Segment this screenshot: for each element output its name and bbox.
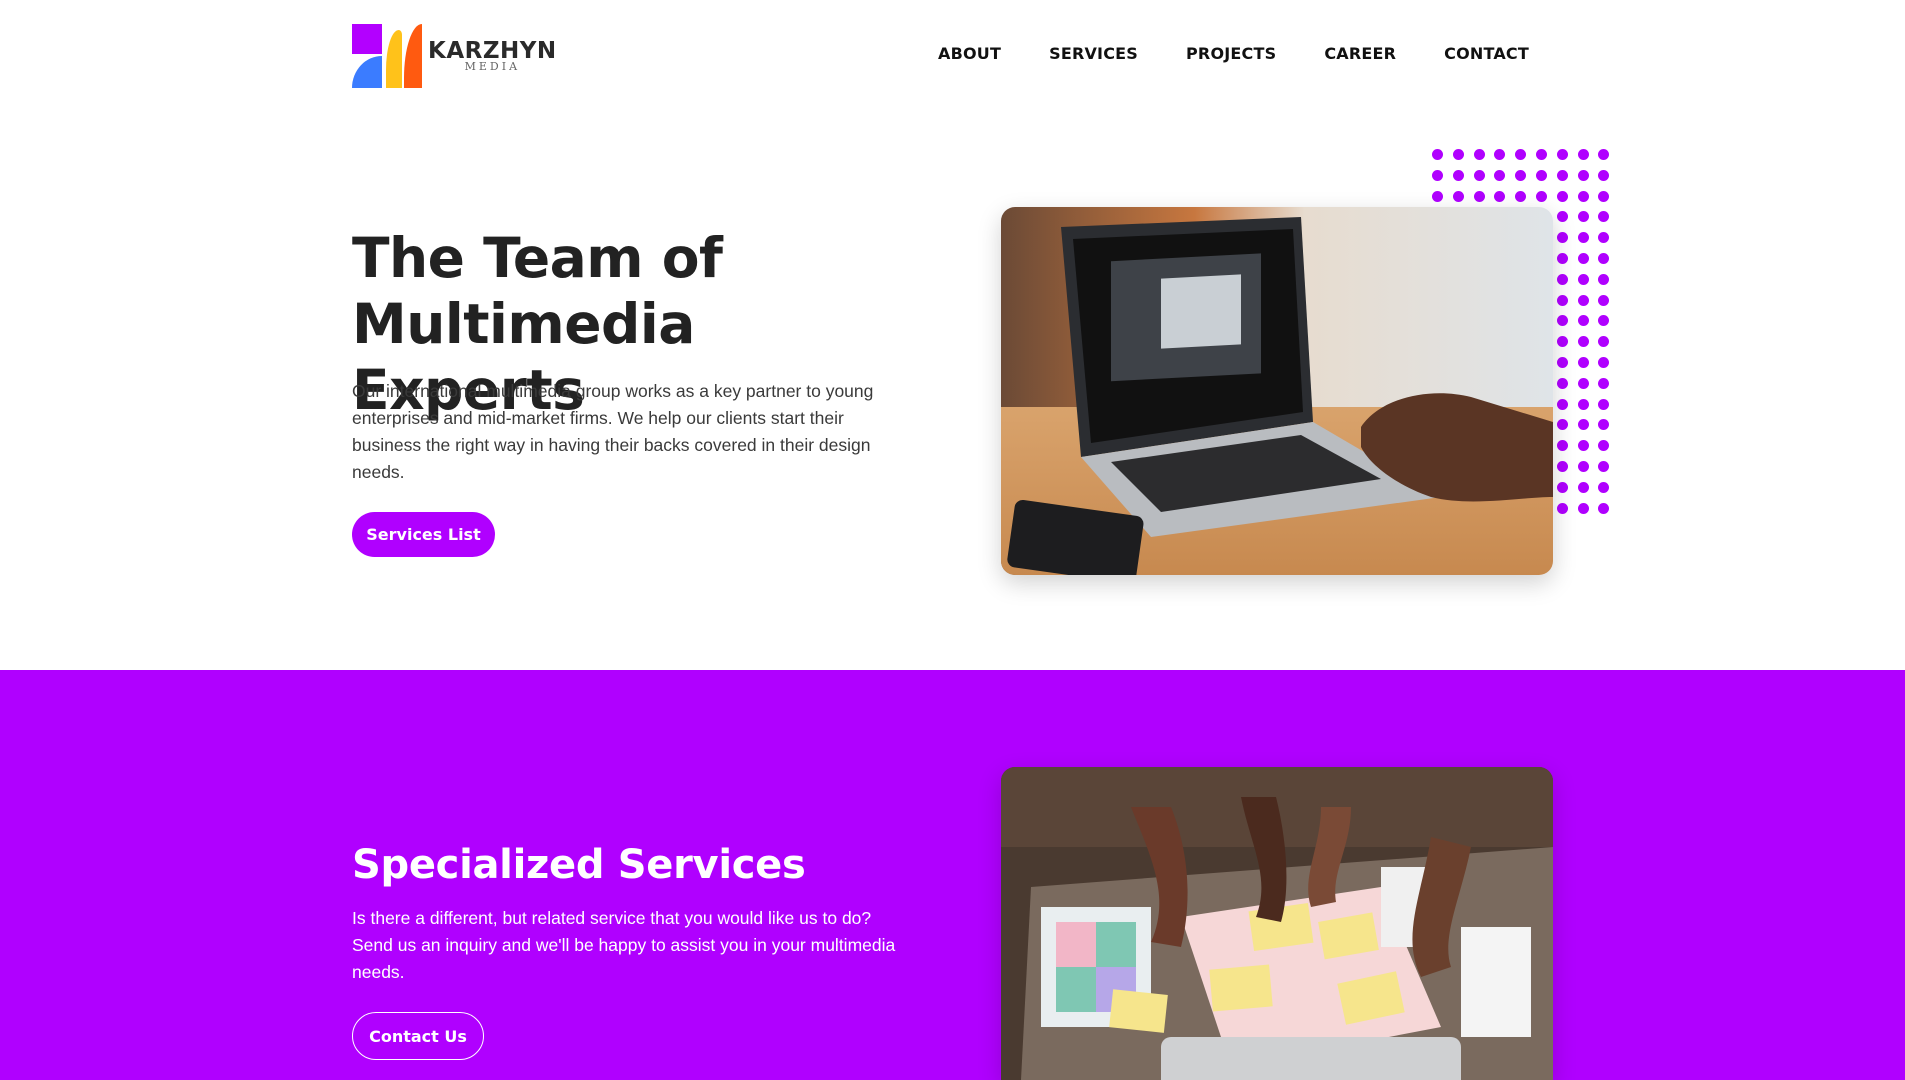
decorative-dot (1473, 169, 1485, 181)
contact-us-button[interactable]: Contact Us (352, 1012, 484, 1060)
decorative-dot (1556, 315, 1568, 327)
decorative-dot (1556, 190, 1568, 202)
decorative-dot (1577, 211, 1589, 223)
nav-projects[interactable]: PROJECTS (1186, 44, 1276, 63)
decorative-dot (1473, 149, 1485, 160)
decorative-dot (1577, 190, 1589, 202)
decorative-dot (1598, 273, 1610, 285)
decorative-dot (1536, 149, 1547, 160)
brand-logo[interactable]: KARZHYN MEDIA (352, 24, 562, 88)
decorative-dot (1556, 294, 1568, 306)
decorative-dot (1577, 253, 1589, 264)
decorative-dot (1598, 398, 1610, 410)
decorative-dot (1577, 481, 1589, 493)
decorative-dot (1556, 211, 1568, 223)
decorative-dot (1598, 461, 1610, 472)
decorative-dot (1577, 377, 1589, 389)
main-nav: ABOUT SERVICES PROJECTS CAREER CONTACT (938, 44, 1529, 63)
decorative-dot (1515, 169, 1527, 181)
decorative-dot (1598, 169, 1610, 181)
services-section (0, 670, 1905, 1080)
hero-description: Our international multimedia group works… (352, 381, 874, 482)
laptop-photo (1001, 207, 1553, 575)
decorative-dot (1473, 190, 1485, 202)
decorative-dot (1577, 357, 1589, 368)
nav-career[interactable]: CAREER (1324, 44, 1396, 63)
decorative-dot (1556, 336, 1568, 348)
decorative-dot (1577, 149, 1589, 160)
nav-services[interactable]: SERVICES (1049, 44, 1138, 63)
decorative-dot (1577, 461, 1589, 472)
decorative-dot (1598, 377, 1610, 389)
decorative-dot (1577, 398, 1589, 410)
decorative-dot (1598, 190, 1610, 202)
decorative-dot (1598, 253, 1610, 264)
decorative-dot (1432, 149, 1443, 160)
decorative-dot (1452, 190, 1464, 202)
decorative-dot (1556, 149, 1568, 160)
decorative-dot (1577, 315, 1589, 327)
decorative-dot (1494, 169, 1506, 181)
decorative-dot (1598, 481, 1610, 493)
nav-contact[interactable]: CONTACT (1444, 44, 1529, 63)
decorative-dot (1577, 440, 1589, 452)
decorative-dot (1598, 211, 1610, 223)
decorative-dot (1494, 190, 1506, 202)
decorative-dot (1577, 169, 1589, 181)
decorative-dot (1556, 440, 1568, 452)
decorative-dot (1598, 502, 1610, 514)
decorative-dot (1598, 232, 1610, 244)
decorative-dot (1556, 377, 1568, 389)
services-title: Specialized Services (352, 842, 806, 888)
decorative-dot (1556, 357, 1568, 368)
decorative-dot (1577, 232, 1589, 244)
decorative-dot (1577, 294, 1589, 306)
decorative-dot (1598, 149, 1610, 160)
decorative-dot (1598, 419, 1610, 431)
services-list-button[interactable]: Services List (352, 512, 495, 557)
decorative-dot (1556, 419, 1568, 431)
logo-mark-icon (352, 24, 422, 88)
nav-about[interactable]: ABOUT (938, 44, 1001, 63)
decorative-dot (1556, 502, 1568, 514)
wireframe-sketch-photo (1001, 767, 1553, 1080)
decorative-dot (1577, 502, 1589, 514)
decorative-dot (1598, 357, 1610, 368)
decorative-dot (1556, 481, 1568, 493)
decorative-dot (1598, 336, 1610, 348)
decorative-dot (1536, 169, 1547, 181)
decorative-dot (1432, 190, 1443, 202)
decorative-dot (1598, 315, 1610, 327)
site-header: KARZHYN MEDIA ABOUT SERVICES PROJECTS CA… (0, 0, 1905, 110)
decorative-dot (1515, 190, 1527, 202)
decorative-dot (1556, 169, 1568, 181)
decorative-dot (1556, 253, 1568, 264)
decorative-dot (1494, 149, 1506, 160)
decorative-dot (1536, 190, 1547, 202)
decorative-dot (1556, 398, 1568, 410)
decorative-dot (1515, 149, 1527, 160)
decorative-dot (1432, 169, 1443, 181)
decorative-dot (1556, 232, 1568, 244)
decorative-dot (1577, 419, 1589, 431)
decorative-dot (1577, 273, 1589, 285)
decorative-dot (1556, 461, 1568, 472)
decorative-dot (1598, 440, 1610, 452)
decorative-dot (1556, 273, 1568, 285)
decorative-dot (1577, 336, 1589, 348)
decorative-dot (1452, 169, 1464, 181)
decorative-dot (1598, 294, 1610, 306)
services-description: Is there a different, but related servic… (352, 908, 896, 982)
decorative-dot (1452, 149, 1464, 160)
